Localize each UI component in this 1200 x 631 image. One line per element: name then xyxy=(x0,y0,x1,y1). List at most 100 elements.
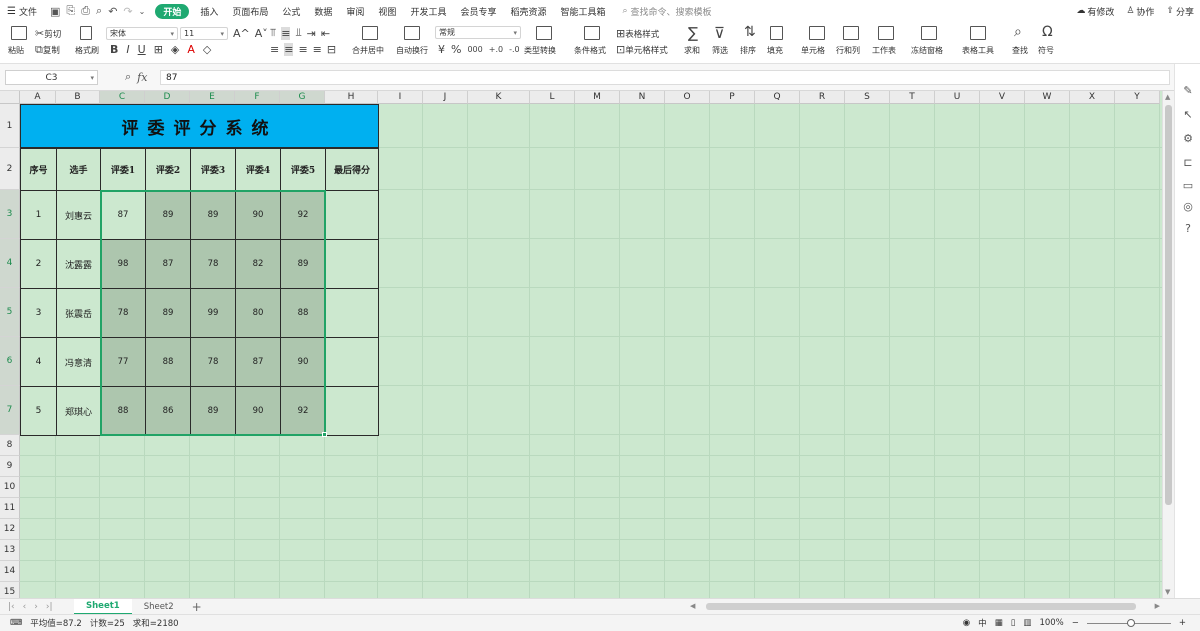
score-cell[interactable]: 87 xyxy=(235,337,281,387)
table-header-cell[interactable]: 评委2 xyxy=(145,148,191,191)
column-header[interactable]: G xyxy=(280,91,325,104)
score-cell[interactable]: 88 xyxy=(100,386,146,436)
row-header[interactable]: 5 xyxy=(0,288,20,337)
score-cell[interactable]: 92 xyxy=(280,386,326,436)
wrap-text-button[interactable]: 自动换行 xyxy=(396,45,428,56)
italic-icon[interactable]: I xyxy=(126,43,129,56)
export-icon[interactable]: ⎘ xyxy=(66,4,75,18)
row-number-cell[interactable]: 3 xyxy=(20,288,57,338)
page-layout-view-icon[interactable]: ▯ xyxy=(1011,618,1016,628)
underline-icon[interactable]: U xyxy=(138,43,146,56)
scrollbar-thumb[interactable] xyxy=(1165,105,1172,505)
copy-button[interactable]: ⧉ 复制 xyxy=(35,43,60,57)
column-header[interactable]: M xyxy=(575,91,620,104)
final-score-cell[interactable] xyxy=(325,337,379,387)
find-icon[interactable]: ⌕ xyxy=(1014,24,1022,40)
help-icon[interactable]: ? xyxy=(1182,222,1194,235)
row-header[interactable]: 6 xyxy=(0,337,20,386)
align-left-icon[interactable]: ≡ xyxy=(270,43,279,56)
fx-icon[interactable]: fx xyxy=(137,71,147,84)
conditional-format-icon[interactable] xyxy=(584,26,600,40)
column-header[interactable]: Y xyxy=(1115,91,1160,104)
score-cell[interactable]: 89 xyxy=(280,239,326,289)
score-cell[interactable]: 86 xyxy=(145,386,191,436)
score-cell[interactable]: 78 xyxy=(190,239,236,289)
paste-icon[interactable] xyxy=(11,26,27,40)
percent-icon[interactable]: % xyxy=(451,43,461,56)
contestant-name-cell[interactable]: 郑琪心 xyxy=(56,386,101,436)
row-col-button[interactable]: 行和列 xyxy=(836,45,860,56)
sort-icon[interactable]: ⇅ xyxy=(744,24,756,40)
column-header[interactable]: J xyxy=(423,91,468,104)
filter-icon[interactable]: ⊽ xyxy=(714,24,725,42)
thousands-icon[interactable]: 000 xyxy=(467,45,482,54)
cut-button[interactable]: ✂ 剪切 xyxy=(35,27,61,40)
currency-icon[interactable]: ¥ xyxy=(438,43,445,56)
modify-status[interactable]: ☁ 有修改 xyxy=(1076,5,1114,18)
sheet-tab[interactable]: Sheet1 xyxy=(74,598,132,615)
column-header[interactable]: T xyxy=(890,91,935,104)
row-header[interactable]: 13 xyxy=(0,540,20,561)
zoom-in-icon[interactable]: + xyxy=(1179,618,1186,628)
score-cell[interactable]: 80 xyxy=(235,288,281,338)
prev-sheet-icon[interactable]: ‹ xyxy=(23,602,27,612)
contestant-name-cell[interactable]: 沈露露 xyxy=(56,239,101,289)
menu-tab[interactable]: 公式 xyxy=(275,0,307,22)
row-number-cell[interactable]: 5 xyxy=(20,386,57,436)
name-box[interactable]: C3 ▾ xyxy=(5,70,98,85)
worksheet-button[interactable]: 工作表 xyxy=(872,45,896,56)
score-cell[interactable]: 88 xyxy=(280,288,326,338)
menu-tab[interactable]: 智能工具箱 xyxy=(553,0,612,22)
final-score-cell[interactable] xyxy=(325,386,379,436)
find-button[interactable]: 查找 xyxy=(1012,45,1028,56)
zoom-level[interactable]: 100% xyxy=(1039,618,1063,628)
scroll-up-icon[interactable]: ▲ xyxy=(1165,93,1170,101)
fill-handle[interactable] xyxy=(322,432,327,437)
font-name-select[interactable]: 宋体 ▾ xyxy=(106,27,178,40)
column-header[interactable]: S xyxy=(845,91,890,104)
indent-decrease-icon[interactable]: ⇤ xyxy=(321,27,330,40)
column-header[interactable]: I xyxy=(378,91,423,104)
type-convert-icon[interactable] xyxy=(536,26,552,40)
zoom-slider[interactable] xyxy=(1086,618,1171,627)
row-header[interactable]: 1 xyxy=(0,104,20,148)
decimal-increase-icon[interactable]: +.0 xyxy=(489,45,503,54)
table-tools-button[interactable]: 表格工具 xyxy=(962,45,994,56)
zoom-knob[interactable] xyxy=(1126,618,1135,627)
select-all-corner[interactable] xyxy=(0,91,20,104)
score-cell[interactable]: 90 xyxy=(280,337,326,387)
normal-view-icon[interactable]: ▦ xyxy=(995,618,1003,628)
fill-button[interactable]: 填充 xyxy=(767,45,783,56)
freeze-button[interactable]: 冻结窗格 xyxy=(911,45,943,56)
cell-icon[interactable] xyxy=(809,26,825,40)
spreadsheet-grid[interactable]: A B C D E F G H I J K L M N O P Q R S T U V W X Y 1 2 3 4 5 6 7 8 9 10 11 12… xyxy=(0,91,1162,598)
format-painter-button[interactable]: 格式刷 xyxy=(75,45,99,56)
column-header[interactable]: O xyxy=(665,91,710,104)
score-cell[interactable]: 82 xyxy=(235,239,281,289)
eye-protection-icon[interactable]: ◉ xyxy=(963,618,970,628)
score-cell[interactable]: 89 xyxy=(190,190,236,240)
scroll-down-icon[interactable]: ▼ xyxy=(1165,588,1170,596)
align-middle-icon[interactable]: ≡ xyxy=(281,26,291,40)
cell-style-button[interactable]: ⊡ 单元格样式 xyxy=(616,43,668,56)
column-header[interactable]: R xyxy=(800,91,845,104)
merge-center-button[interactable]: 合并居中 xyxy=(352,45,384,56)
share-button[interactable]: ⇪ 分享 xyxy=(1166,5,1194,18)
table-header-cell[interactable]: 序号 xyxy=(20,148,57,191)
command-search[interactable]: ⌕ 查找命令、搜索模板 xyxy=(623,5,712,18)
row-number-cell[interactable]: 1 xyxy=(20,190,57,240)
score-cell[interactable]: 87 xyxy=(145,239,191,289)
font-size-select[interactable]: 11 ▾ xyxy=(180,27,228,40)
column-header[interactable]: B xyxy=(56,91,100,104)
menu-tab[interactable]: 插入 xyxy=(193,0,225,22)
justify-icon[interactable]: ≡ xyxy=(313,43,322,56)
contestant-name-cell[interactable]: 张震岳 xyxy=(56,288,101,338)
column-header[interactable]: X xyxy=(1070,91,1115,104)
worksheet-icon[interactable] xyxy=(878,26,894,40)
table-style-button[interactable]: ⊞ 表格样式 xyxy=(616,27,659,40)
redo-icon[interactable]: ↷ xyxy=(123,5,132,18)
column-header[interactable]: P xyxy=(710,91,755,104)
sum-icon[interactable]: ∑ xyxy=(688,24,698,42)
table-header-cell[interactable]: 评委3 xyxy=(190,148,236,191)
decimal-decrease-icon[interactable]: -.0 xyxy=(509,45,520,54)
